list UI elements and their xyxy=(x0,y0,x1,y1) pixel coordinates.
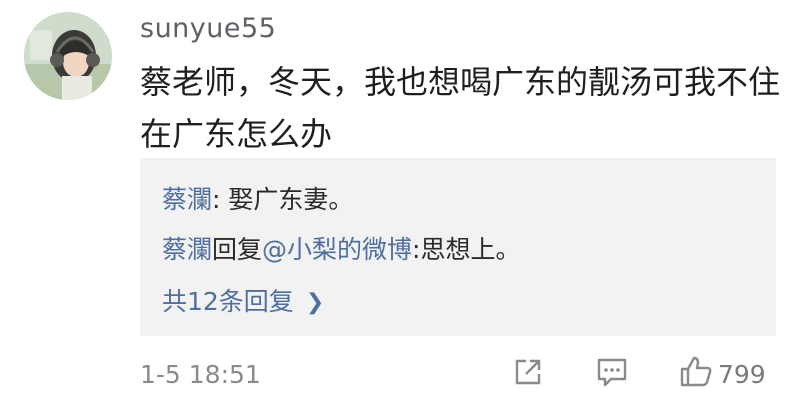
reply-text: 娶广东妻。 xyxy=(228,185,354,214)
like-count: 799 xyxy=(718,360,766,389)
comment-text: 蔡老师，冬天，我也想喝广东的靓汤可我不住在广东怎么办 xyxy=(140,63,781,153)
reply-box[interactable]: 蔡瀾: 娶广东妻。 蔡瀾回复@小梨的微博:思想上。 共12条回复 ❯ xyxy=(140,158,776,336)
avatar[interactable] xyxy=(24,12,112,100)
chevron-right-icon: ❯ xyxy=(305,290,325,315)
reply-separator: : xyxy=(212,185,229,214)
reply-mention[interactable]: @小梨的微博 xyxy=(262,235,412,264)
comment-timestamp: 1-5 18:51 xyxy=(140,360,261,389)
comment-icon[interactable] xyxy=(594,354,630,394)
view-all-replies-link[interactable]: 共12条回复 ❯ xyxy=(162,282,324,318)
reply-author[interactable]: 蔡瀾 xyxy=(162,185,212,214)
reply-count-label: 共12条回复 xyxy=(162,287,294,316)
comment-username[interactable]: sunyue55 xyxy=(140,13,276,44)
reply-author[interactable]: 蔡瀾 xyxy=(162,235,212,264)
reply-verb: 回复 xyxy=(212,235,263,264)
reply-item: 蔡瀾: 娶广东妻。 xyxy=(162,180,353,216)
share-icon[interactable] xyxy=(510,354,546,394)
anime-girl-headphones-avatar-icon xyxy=(24,12,112,100)
reply-item: 蔡瀾回复@小梨的微博:思想上。 xyxy=(162,230,521,266)
thumbs-up-icon[interactable] xyxy=(678,354,714,394)
reply-text: 思想上。 xyxy=(420,235,521,264)
